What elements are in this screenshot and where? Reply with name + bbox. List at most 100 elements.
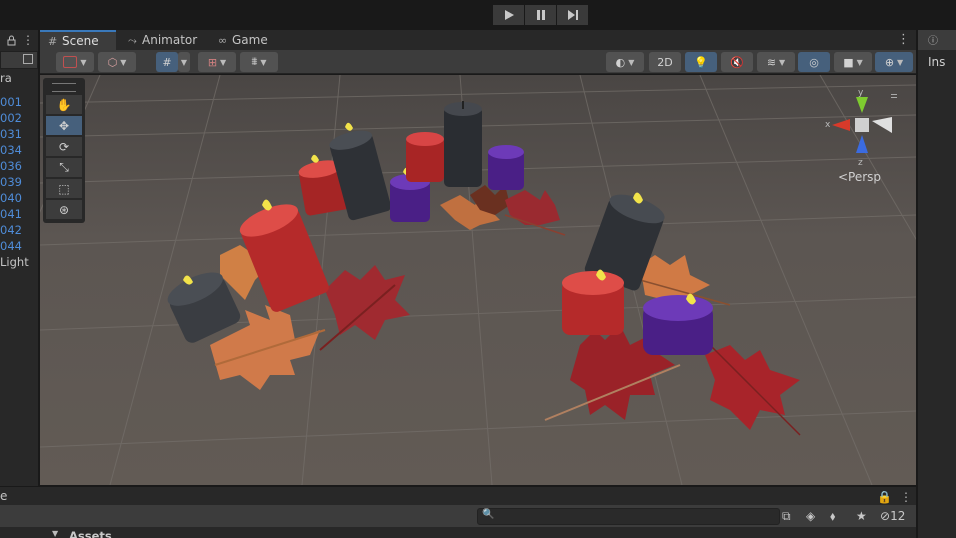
hierarchy-item[interactable]: 036 xyxy=(0,158,38,174)
camera-icon: ■ xyxy=(843,55,854,69)
info-icon: ⓘ xyxy=(928,36,938,47)
search-options-icon[interactable] xyxy=(23,54,33,64)
favorite-button[interactable]: ★ xyxy=(856,508,867,525)
gizmo-x-cone[interactable] xyxy=(832,119,850,131)
pause-icon xyxy=(536,10,545,20)
transform-tool-button[interactable]: ⊛ xyxy=(46,200,82,219)
gizmos-dropdown[interactable]: ⊕ ▼ xyxy=(875,52,913,72)
gizmo-y-cone[interactable] xyxy=(856,97,868,113)
shading-dropdown[interactable]: ◐ ▼ xyxy=(606,52,644,72)
hierarchy-item[interactable]: 044 xyxy=(0,238,38,254)
hierarchy-list: ra 001 002 031 034 036 039 040 041 042 044 Light xyxy=(0,70,38,270)
lightbulb-icon: 💡 xyxy=(694,55,708,69)
ruler-dropdown[interactable]: ⩩ ▼ xyxy=(240,52,278,72)
transform-tools: ✋ ✥ ⟳ ⤡ ⬚ ⊛ xyxy=(43,78,85,223)
move-tool-button[interactable]: ✥ xyxy=(46,116,82,135)
draw-mode-icon xyxy=(63,56,78,68)
gizmo-neg-x-cone[interactable] xyxy=(872,117,892,133)
render-mode-dropdown[interactable]: ⬡ ▼ xyxy=(98,52,136,72)
draw-mode-dropdown[interactable]: ▼ xyxy=(56,52,94,72)
projection-toggle[interactable]: <Persp xyxy=(838,170,881,184)
gizmo-z-cone[interactable] xyxy=(856,135,868,153)
pause-button[interactable] xyxy=(525,5,556,25)
effects-dropdown[interactable]: ≋ ▼ xyxy=(757,52,795,72)
hierarchy-item[interactable]: 034 xyxy=(0,142,38,158)
2d-toggle[interactable]: 2D xyxy=(649,52,681,72)
label-button[interactable]: ⬧ xyxy=(830,508,835,525)
hierarchy-item[interactable]: ra xyxy=(0,70,38,86)
chevron-down-icon[interactable]: ▼ xyxy=(52,529,58,538)
scale-tool-button[interactable]: ⤡ xyxy=(46,158,82,177)
tab-inspector[interactable]: ⓘ Ins xyxy=(918,30,956,69)
project-search-input[interactable]: 🔍 xyxy=(477,508,780,525)
lighting-toggle[interactable]: 💡 xyxy=(685,52,717,72)
scene-tab-bar: # Scene ⤳ Animator ∞ Game ⋮ xyxy=(40,30,916,50)
gizmo-x-label: x xyxy=(825,120,831,130)
camera-dropdown[interactable]: ■ ▼ xyxy=(834,52,872,72)
hand-icon: ✋ xyxy=(56,97,72,112)
more-options-icon[interactable]: ⋮ xyxy=(900,490,912,504)
gizmo-z-label: z xyxy=(858,158,863,168)
hierarchy-item[interactable]: 042 xyxy=(0,222,38,238)
grid-snap-icon: # xyxy=(162,55,172,69)
rect-tool-button[interactable]: ⬚ xyxy=(46,179,82,198)
2d-label: 2D xyxy=(657,55,673,69)
lock-icon[interactable]: 🔒 xyxy=(877,490,892,504)
scene-viewport[interactable] xyxy=(40,75,916,485)
animator-icon: ⤳ xyxy=(128,34,137,47)
hierarchy-item[interactable]: 001 xyxy=(0,94,38,110)
step-icon xyxy=(567,10,578,20)
scene-toolbar: ▼ ⬡ ▼ # ▼ ⊞ ▼ ⩩ ▼ ◐ ▼ 2D 💡 🔇 ≋ ▼ ◎ ■ ▼ ⊕ ▼ xyxy=(40,50,916,74)
grid-snap-toggle[interactable]: # xyxy=(156,52,178,72)
transform-icon: ⊛ xyxy=(58,202,70,217)
hidden-packages-toggle[interactable]: ⊘12 xyxy=(880,508,905,525)
tab-animator-label: Animator xyxy=(142,33,198,47)
chevron-down-icon: ▼ xyxy=(779,57,786,67)
hierarchy-search[interactable] xyxy=(0,51,38,69)
play-icon xyxy=(504,10,514,20)
grid-snap-dropdown[interactable]: ▼ xyxy=(178,52,190,72)
play-button[interactable] xyxy=(493,5,524,25)
hierarchy-item[interactable]: 040 xyxy=(0,190,38,206)
chevron-down-icon: ▼ xyxy=(260,57,267,67)
tab-project-label[interactable]: e xyxy=(0,489,7,503)
search-by-type-button[interactable]: ⧉ xyxy=(782,508,791,525)
rotate-tool-button[interactable]: ⟳ xyxy=(46,137,82,156)
more-options-icon[interactable]: ⋮ xyxy=(897,32,910,47)
gizmo-center[interactable] xyxy=(855,118,869,132)
chevron-down-icon: ▼ xyxy=(120,57,127,67)
tab-animator[interactable]: ⤳ Animator xyxy=(120,30,206,50)
globe-icon: ⊕ xyxy=(884,55,895,69)
hierarchy-item[interactable]: 041 xyxy=(0,206,38,222)
tab-scene[interactable]: # Scene xyxy=(40,30,116,50)
tab-game[interactable]: ∞ Game xyxy=(210,30,280,50)
tab-scene-label: Scene xyxy=(62,34,99,48)
gizmo-menu-icon[interactable] xyxy=(891,94,897,98)
hierarchy-item[interactable]: 031 xyxy=(0,126,38,142)
search-by-label-button[interactable]: ◈ xyxy=(806,508,815,525)
scene-render xyxy=(40,75,916,485)
more-options-icon[interactable]: ⋮ xyxy=(22,33,34,47)
hierarchy-item[interactable]: Light xyxy=(0,254,38,270)
tools-grip[interactable] xyxy=(52,83,76,92)
audio-toggle[interactable]: 🔇 xyxy=(721,52,753,72)
chevron-down-icon: ▼ xyxy=(80,57,87,67)
hierarchy-item[interactable]: 002 xyxy=(0,110,38,126)
candles xyxy=(167,101,713,355)
lock-icon[interactable] xyxy=(7,35,16,46)
inspector-panel: ⓘ Ins xyxy=(918,30,956,538)
snap-increment-dropdown[interactable]: ⊞ ▼ xyxy=(198,52,236,72)
assets-breadcrumb-row: ▼ Assets xyxy=(0,527,916,538)
project-tab-bar: e 🔒 ⋮ xyxy=(0,487,916,505)
star-icon: ★ xyxy=(856,509,867,523)
layers-icon: ≋ xyxy=(766,55,777,69)
tab-inspector-label: Ins xyxy=(928,55,946,69)
scene-visibility-toggle[interactable]: ◎ xyxy=(798,52,830,72)
breadcrumb[interactable]: Assets xyxy=(69,529,112,538)
chevron-down-icon: ▼ xyxy=(897,57,904,67)
hierarchy-item[interactable]: 039 xyxy=(0,174,38,190)
play-toolbar xyxy=(0,0,956,30)
hand-tool-button[interactable]: ✋ xyxy=(46,95,82,114)
step-button[interactable] xyxy=(557,5,588,25)
scale-icon: ⤡ xyxy=(59,160,69,174)
